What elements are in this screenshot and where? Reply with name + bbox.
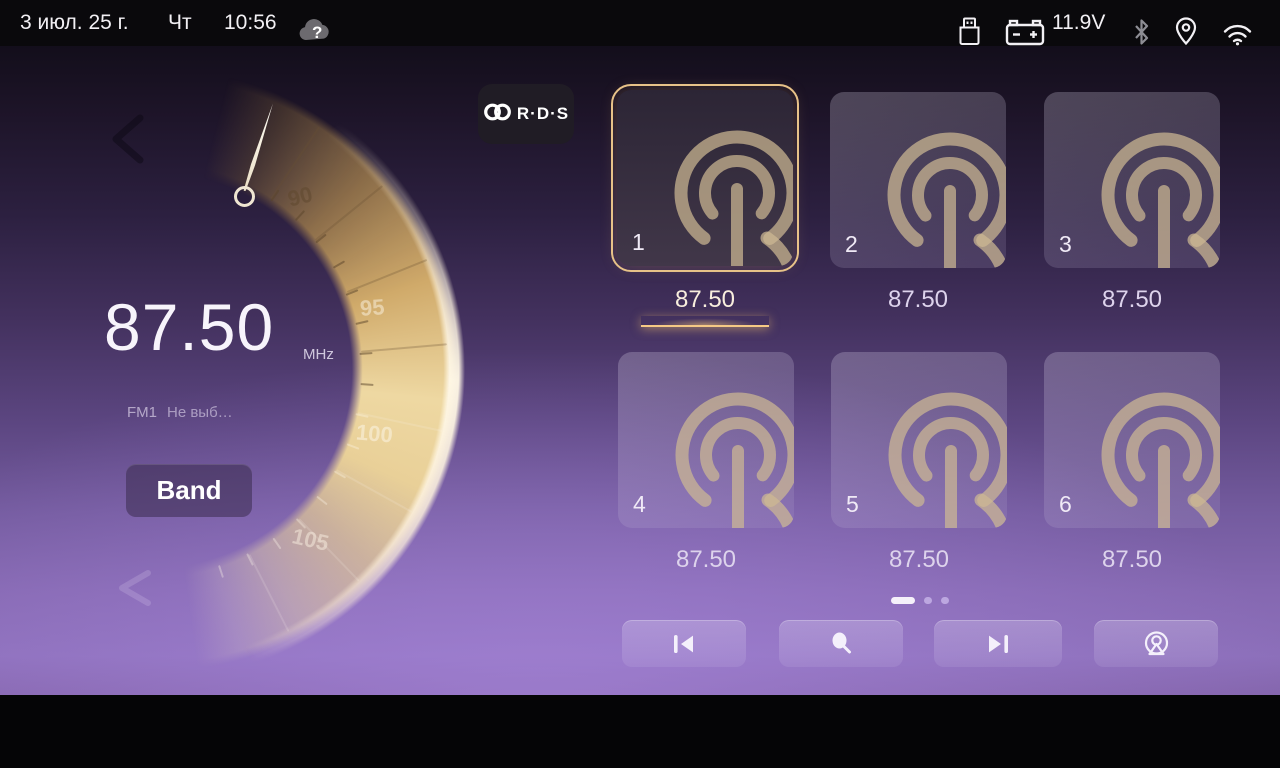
band-button[interactable]: Band <box>126 464 252 517</box>
car-battery-icon <box>1004 10 1046 56</box>
preset-tile-2[interactable]: 2 <box>830 92 1006 268</box>
preset-frequency-6: 87.50 <box>1044 546 1220 574</box>
preset-tile-4[interactable]: 4 <box>618 352 794 528</box>
selected-preset-glow <box>641 316 769 327</box>
status-date: 3 июл. 25 г. <box>20 0 129 46</box>
preset-page-indicator[interactable] <box>891 597 949 604</box>
preset-tile-6[interactable]: 6 <box>1044 352 1220 528</box>
wifi-icon <box>1222 11 1253 57</box>
status-bar: 3 июл. 25 г. Чт 10:56 ? 11.9V <box>0 0 1280 46</box>
search-icon <box>829 631 854 656</box>
preset-tile-1[interactable]: 1 <box>617 90 793 266</box>
seek-next-button[interactable] <box>934 620 1062 667</box>
preset-frequency-5: 87.50 <box>831 546 1007 574</box>
seek-previous-button[interactable] <box>622 620 746 667</box>
rds-logo-icon <box>483 101 515 128</box>
page-dot[interactable] <box>941 597 949 604</box>
tuning-dial-rim-glow <box>0 60 465 680</box>
status-time: 10:56 <box>224 0 277 46</box>
car-radio-screen: 3 июл. 25 г. Чт 10:56 ? 11.9V <box>0 0 1280 768</box>
frequency-unit: MHz <box>303 346 334 363</box>
preset-tile-3[interactable]: 3 <box>1044 92 1220 268</box>
preset-frequency-4: 87.50 <box>618 546 794 574</box>
location-icon <box>1174 8 1198 54</box>
preset-number: 4 <box>633 491 646 518</box>
skip-next-icon <box>985 633 1011 655</box>
rds-badge: R·D·S <box>478 84 574 144</box>
station-status: Не выб… <box>167 404 233 421</box>
weather-unknown-icon: ? <box>296 7 332 53</box>
battery-voltage: 11.9V <box>1052 0 1105 46</box>
preset-number: 6 <box>1059 491 1072 518</box>
preset-number: 1 <box>632 229 645 256</box>
usb-icon <box>956 8 983 54</box>
station-list-button[interactable] <box>1094 620 1218 667</box>
status-weekday: Чт <box>168 0 192 46</box>
skip-previous-icon <box>671 633 697 655</box>
preset-frequency-2: 87.50 <box>830 286 1006 314</box>
current-band: FM1 <box>127 404 157 421</box>
preset-frequency-3: 87.50 <box>1044 286 1220 314</box>
preset-number: 2 <box>845 231 858 258</box>
page-dot-active[interactable] <box>891 597 915 604</box>
preset-number: 5 <box>846 491 859 518</box>
station-beacon-icon <box>1143 631 1170 657</box>
svg-text:?: ? <box>312 23 322 42</box>
current-frequency: 87.50 <box>104 289 274 365</box>
preset-tile-5[interactable]: 5 <box>831 352 1007 528</box>
rds-label: R·D·S <box>517 104 569 124</box>
bluetooth-icon <box>1132 9 1151 55</box>
preset-frequency-1: 87.50 <box>617 286 793 314</box>
system-nav-bar: ♫ 87.5 <box>0 695 1280 768</box>
radio-main-area: 90 95 100 105 87.50 MHz FM1 Не выб… Band… <box>0 46 1280 695</box>
page-dot[interactable] <box>924 597 932 604</box>
scan-search-button[interactable] <box>779 620 903 667</box>
decor-chevron-bottom <box>110 568 156 613</box>
band-button-label: Band <box>157 475 222 506</box>
tuning-needle-hub <box>234 186 255 207</box>
decor-chevron-top <box>106 112 148 171</box>
preset-number: 3 <box>1059 231 1072 258</box>
